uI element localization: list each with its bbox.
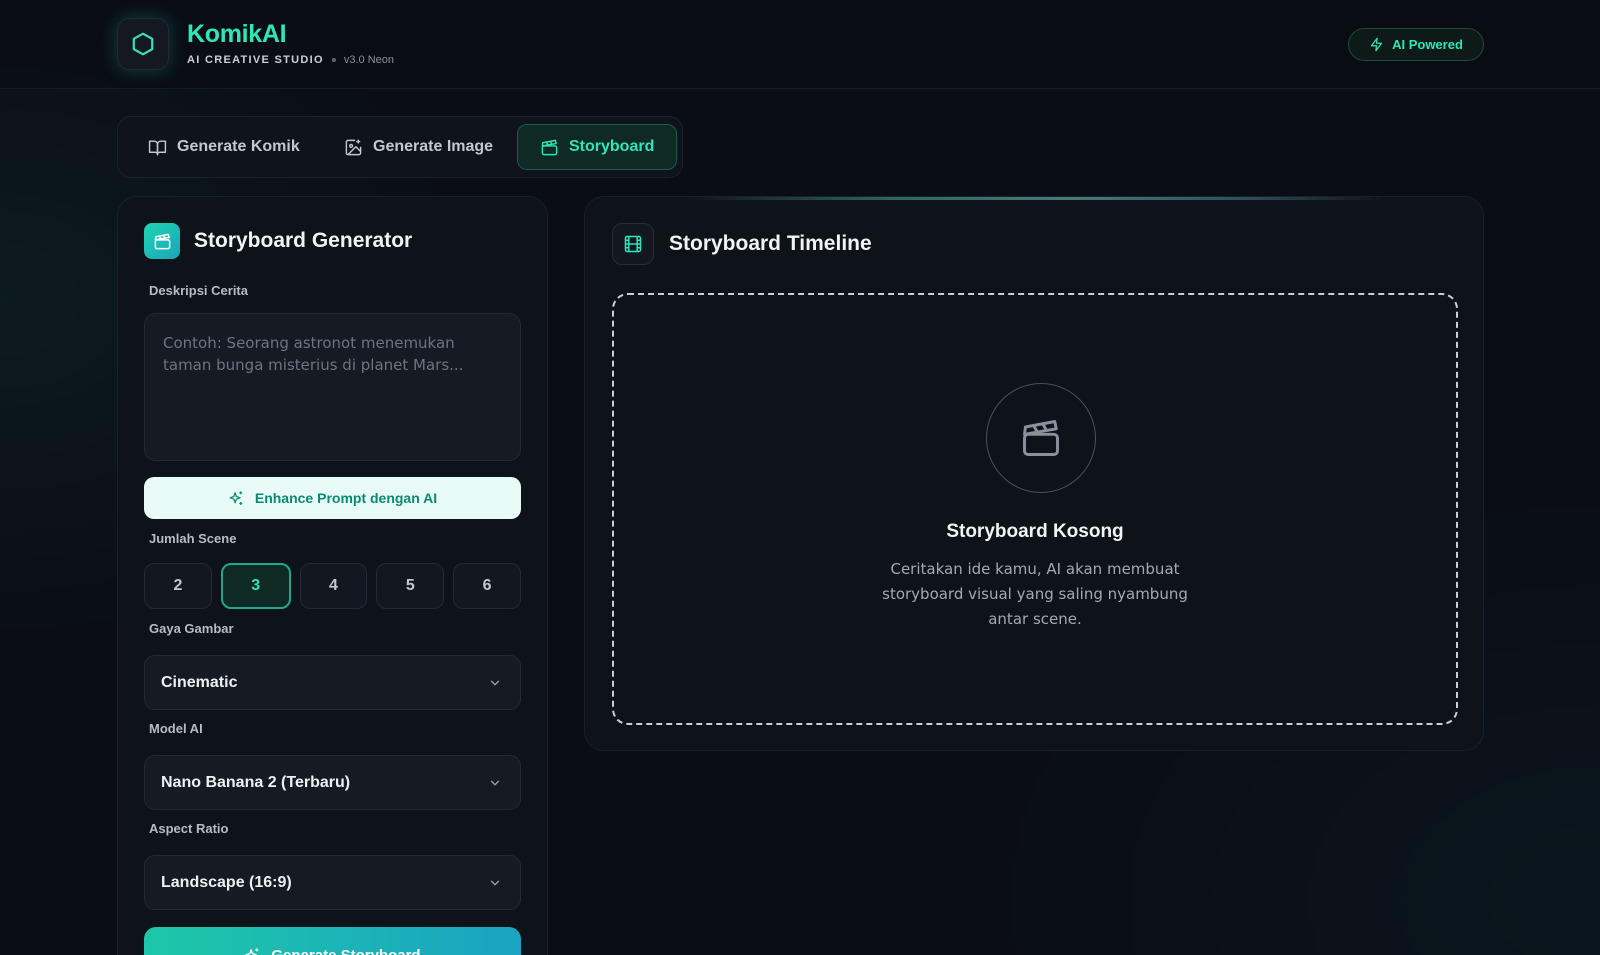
ai-powered-badge: AI Powered xyxy=(1348,28,1484,61)
mode-tabs: Generate Komik Generate Image Storyboard xyxy=(117,116,683,178)
aspect-ratio-value: Landscape (16:9) xyxy=(161,873,292,891)
lightning-icon xyxy=(1370,37,1383,52)
storyboard-generator-panel: Storyboard Generator Deskripsi Cerita Co… xyxy=(117,196,548,955)
brand-subtitle: AI CREATIVE STUDIO v3.0 Neon xyxy=(187,54,394,66)
app-header: KomikAI AI CREATIVE STUDIO v3.0 Neon AI … xyxy=(0,0,1600,89)
logo[interactable] xyxy=(117,18,169,70)
empty-state-icon-wrap xyxy=(986,383,1096,493)
panel-top-glow xyxy=(685,197,1385,200)
image-sparkle-icon xyxy=(345,139,362,155)
scene-option-5[interactable]: 5 xyxy=(376,563,445,609)
scene-count-selector: 2 3 4 5 6 xyxy=(144,563,521,609)
sparkles-icon xyxy=(229,490,243,505)
tab-label: Generate Image xyxy=(373,138,494,155)
aspect-ratio-select[interactable]: Landscape (16:9) xyxy=(144,855,521,910)
generate-label: Generate Storyboard xyxy=(271,947,420,955)
style-select[interactable]: Cinematic xyxy=(144,655,521,710)
enhance-prompt-button[interactable]: Enhance Prompt dengan AI xyxy=(144,477,521,519)
scene-count-label: Jumlah Scene xyxy=(149,531,237,546)
storyboard-timeline-panel: Storyboard Timeline Storyboard Kosong Ce… xyxy=(584,196,1484,751)
ai-badge-label: AI Powered xyxy=(1392,37,1463,52)
clapperboard-icon xyxy=(154,233,170,249)
scene-option-4[interactable]: 4 xyxy=(299,563,368,609)
generate-storyboard-button[interactable]: Generate Storyboard xyxy=(144,927,521,955)
panel-header: Storyboard Generator xyxy=(144,223,412,259)
timeline-title: Storyboard Timeline xyxy=(669,232,872,255)
description-label: Deskripsi Cerita xyxy=(149,283,248,298)
chevron-down-icon xyxy=(490,880,500,886)
story-description-input[interactable]: Contoh: Seorang astronot menemukan taman… xyxy=(144,313,521,461)
model-label: Model AI xyxy=(149,721,203,736)
version-label: v3.0 Neon xyxy=(343,54,395,66)
chevron-down-icon xyxy=(490,780,500,786)
tab-generate-image[interactable]: Generate Image xyxy=(322,124,515,170)
aspect-ratio-label: Aspect Ratio xyxy=(149,821,229,836)
clapperboard-icon xyxy=(1023,420,1059,456)
empty-state-description: Ceritakan ide kamu, AI akan membuat stor… xyxy=(882,560,1188,628)
style-value: Cinematic xyxy=(161,673,238,691)
timeline-header: Storyboard Timeline xyxy=(612,223,872,265)
tab-generate-komik[interactable]: Generate Komik xyxy=(126,124,322,170)
model-select[interactable]: Nano Banana 2 (Terbaru) xyxy=(144,755,521,810)
tab-storyboard[interactable]: Storyboard xyxy=(517,124,678,170)
brand-name: KomikAI xyxy=(187,20,287,48)
tab-label: Generate Komik xyxy=(177,138,300,155)
model-value: Nano Banana 2 (Terbaru) xyxy=(161,773,351,791)
panel-icon-wrap xyxy=(144,223,180,259)
brand-tagline: AI CREATIVE STUDIO xyxy=(187,54,324,66)
film-icon xyxy=(624,235,642,253)
scene-option-3[interactable]: 3 xyxy=(220,563,291,609)
panel-title: Storyboard Generator xyxy=(194,229,413,252)
hexagon-icon xyxy=(132,32,154,56)
chevron-down-icon xyxy=(490,680,500,686)
timeline-icon-wrap xyxy=(612,223,654,265)
storyboard-empty-area: Storyboard Kosong Ceritakan ide kamu, AI… xyxy=(612,293,1458,725)
tab-label: Storyboard xyxy=(569,138,655,155)
scene-option-6[interactable]: 6 xyxy=(453,563,521,609)
enhance-label: Enhance Prompt dengan AI xyxy=(254,490,438,506)
separator-dot xyxy=(331,58,336,62)
sparkles-icon xyxy=(245,948,259,955)
scene-option-2[interactable]: 2 xyxy=(144,563,212,609)
clapperboard-icon xyxy=(541,139,558,155)
empty-state-title: Storyboard Kosong xyxy=(946,521,1124,542)
book-open-icon xyxy=(148,139,167,155)
style-label: Gaya Gambar xyxy=(149,621,234,636)
